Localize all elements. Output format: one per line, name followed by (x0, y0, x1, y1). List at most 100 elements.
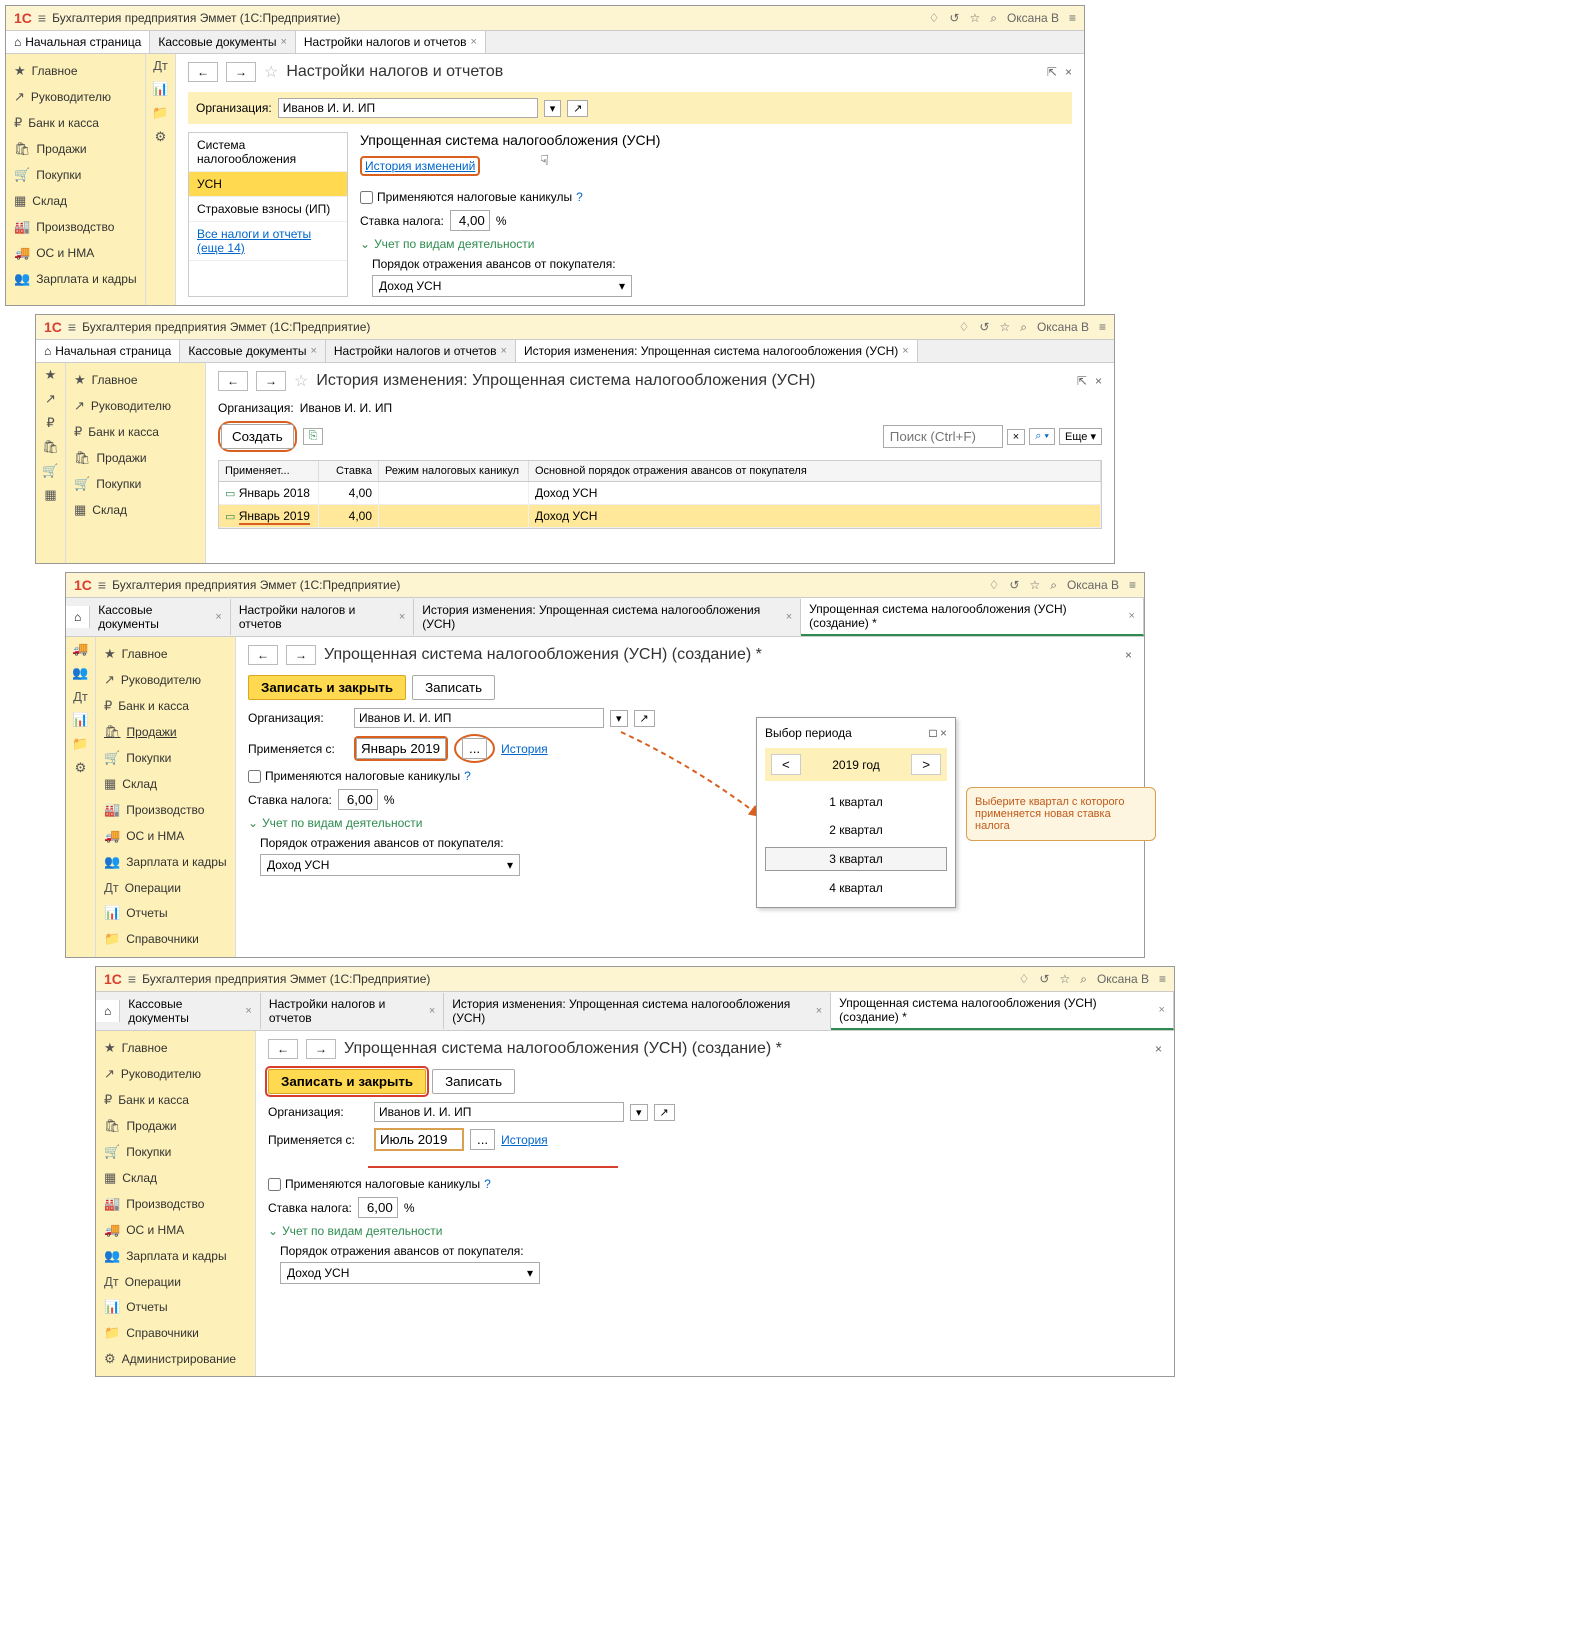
sidebar-item-main[interactable]: ★Главное (6, 58, 145, 84)
home-tab[interactable]: ⌂Начальная страница (36, 340, 180, 362)
rate-input[interactable] (358, 1197, 398, 1218)
close-icon[interactable]: × (902, 345, 908, 357)
sidebar-item-warehouse[interactable]: ▦Склад (96, 771, 235, 797)
ops-icon[interactable]: Дт (73, 689, 88, 704)
close-icon[interactable]: × (280, 36, 286, 48)
sidebar-item-manager[interactable]: ↗Руководителю (96, 667, 235, 693)
back-button[interactable]: ← (218, 371, 248, 391)
home-tab[interactable]: ⌂ (66, 606, 90, 628)
col-rate[interactable]: Ставка (319, 461, 379, 481)
star-icon[interactable]: ☆ (1029, 578, 1040, 592)
history-icon[interactable]: ↺ (1009, 578, 1019, 592)
sidebar-item-purchases[interactable]: 🛒Покупки (66, 471, 205, 497)
col-order[interactable]: Основной порядок отражения авансов от по… (529, 461, 1101, 481)
applies-input[interactable] (374, 1128, 464, 1151)
cart-icon[interactable]: 🛍 (42, 439, 59, 455)
sidebar-item-bank[interactable]: ₽Банк и касса (6, 110, 145, 136)
history-link[interactable]: История изменений (365, 159, 475, 173)
quarter-1[interactable]: 1 квартал (809, 791, 903, 813)
holidays-checkbox[interactable] (360, 191, 373, 204)
sidebar-item-os[interactable]: 🚚ОС и НМА (6, 240, 145, 266)
sidebar-item-manager[interactable]: ↗Руководителю (66, 393, 205, 419)
next-year-button[interactable]: > (911, 754, 941, 775)
table-row[interactable]: ▭ Январь 2019 4,00 Доход УСН (219, 505, 1101, 528)
quarter-4[interactable]: 4 квартал (809, 877, 903, 899)
income-select[interactable]: Доход УСН▾ (372, 275, 632, 297)
help-icon[interactable]: ? (464, 769, 471, 783)
link-icon[interactable]: ⇱ (1047, 65, 1057, 79)
write-close-button[interactable]: Записать и закрыть (248, 675, 406, 700)
close-icon[interactable]: × (310, 345, 316, 357)
sidebar-item-warehouse[interactable]: ▦Склад (6, 188, 145, 214)
user-name[interactable]: Оксана В (1067, 578, 1119, 592)
sidebar-item-operations[interactable]: ДтОперации (96, 1269, 255, 1294)
close-icon[interactable]: × (1065, 65, 1072, 79)
sidebar-item-refs[interactable]: 📁Справочники (96, 926, 235, 952)
history-icon[interactable]: ↺ (1039, 972, 1049, 986)
reports-icon[interactable]: 📊 (72, 712, 88, 728)
write-close-button[interactable]: Записать и закрыть (268, 1069, 426, 1094)
menu-icon[interactable]: ≡ (98, 577, 106, 593)
income-select[interactable]: Доход УСН▾ (280, 1262, 540, 1284)
forward-button[interactable]: → (256, 371, 286, 391)
nav-usn[interactable]: УСН (189, 172, 347, 197)
people-icon[interactable]: 👥 (72, 665, 88, 681)
close-icon[interactable]: × (940, 726, 947, 740)
sidebar-item-reports[interactable]: 📊Отчеты (96, 1294, 255, 1320)
close-icon[interactable]: × (399, 611, 405, 623)
basket-icon[interactable]: 🛒 (42, 463, 58, 479)
sidebar-item-main[interactable]: ★Главное (96, 1035, 255, 1061)
tab-cash[interactable]: Кассовые документы× (150, 31, 296, 53)
gear-icon[interactable]: ⚙ (75, 760, 87, 776)
nav-tax-system[interactable]: Система налогообложения (189, 133, 347, 172)
bell-icon[interactable]: ♢ (1019, 972, 1030, 986)
sidebar-item-production[interactable]: 🏭Производство (96, 1191, 255, 1217)
close-icon[interactable]: × (501, 345, 507, 357)
tab-settings[interactable]: Настройки налогов и отчетов× (261, 993, 444, 1029)
org-input[interactable]: Иванов И. И. ИП (354, 708, 604, 728)
sidebar-item-bank[interactable]: ₽Банк и касса (96, 1087, 255, 1113)
activity-header[interactable]: ⌄Учет по видам деятельности (360, 237, 1060, 251)
copy-button[interactable]: ⎘ (303, 428, 324, 445)
user-name[interactable]: Оксана В (1037, 320, 1089, 334)
period-picker-button[interactable]: ... (462, 738, 487, 759)
holidays-checkbox[interactable] (248, 770, 261, 783)
menu-icon[interactable]: ≡ (68, 319, 76, 335)
quarter-2[interactable]: 2 квартал (809, 819, 903, 841)
period-picker-button[interactable]: ... (470, 1129, 495, 1150)
sidebar-item-os[interactable]: 🚚ОС и НМА (96, 823, 235, 849)
sidebar-item-manager[interactable]: ↗Руководителю (6, 84, 145, 110)
rate-input[interactable] (450, 210, 490, 231)
home-tab[interactable]: ⌂Начальная страница (6, 31, 150, 53)
sidebar-item-os[interactable]: 🚚ОС и НМА (96, 1217, 255, 1243)
home-tab[interactable]: ⌂ (96, 1000, 120, 1022)
history-icon[interactable]: ↺ (949, 11, 959, 25)
user-menu-icon[interactable]: ≡ (1159, 972, 1166, 986)
quarter-3[interactable]: 3 квартал (765, 847, 947, 871)
back-button[interactable]: ← (188, 62, 218, 82)
org-input[interactable]: Иванов И. И. ИП (278, 98, 538, 118)
favorite-icon[interactable]: ☆ (264, 62, 278, 82)
ops-icon[interactable]: Дт (153, 58, 168, 73)
close-icon[interactable]: × (1095, 374, 1102, 388)
close-icon[interactable]: × (816, 1005, 822, 1017)
help-icon[interactable]: ? (484, 1177, 491, 1191)
close-icon[interactable]: × (429, 1005, 435, 1017)
sidebar-item-operations[interactable]: ДтОперации (96, 875, 235, 900)
sidebar-item-bank[interactable]: ₽Банк и касса (96, 693, 235, 719)
sidebar-item-bank[interactable]: ₽Банк и касса (66, 419, 205, 445)
sidebar-item-manager[interactable]: ↗Руководителю (96, 1061, 255, 1087)
tab-cash[interactable]: Кассовые документы× (120, 993, 261, 1029)
chart-icon[interactable]: ↗ (45, 391, 56, 407)
sidebar-item-main[interactable]: ★Главное (96, 641, 235, 667)
ruble-icon[interactable]: ₽ (46, 415, 54, 431)
sidebar-item-admin[interactable]: ⚙Администрирование (96, 1346, 255, 1372)
close-icon[interactable]: × (1129, 610, 1135, 622)
sidebar-item-sales[interactable]: 🛍Продажи (6, 136, 145, 162)
col-mode[interactable]: Режим налоговых каникул (379, 461, 529, 481)
star-icon[interactable]: ☆ (999, 320, 1010, 334)
sidebar-item-purchases[interactable]: 🛒Покупки (6, 162, 145, 188)
filter-button[interactable]: ⌕ ▾ (1029, 428, 1055, 445)
star-icon[interactable]: ★ (45, 367, 57, 383)
user-menu-icon[interactable]: ≡ (1129, 578, 1136, 592)
